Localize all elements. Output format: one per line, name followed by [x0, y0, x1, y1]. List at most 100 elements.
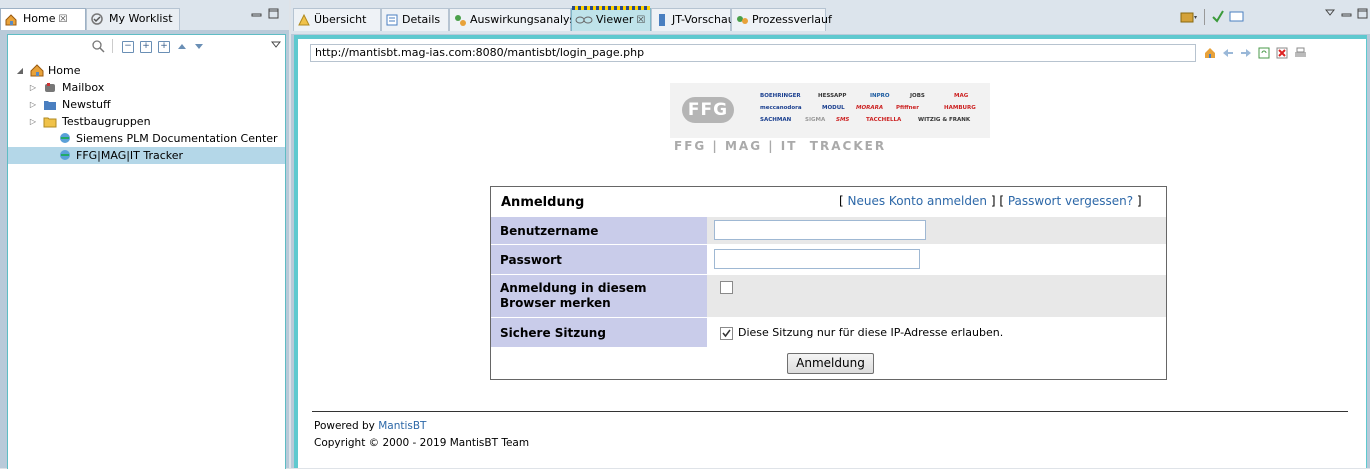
- tree-view: − + + ◢ Home ▷ Mailbox ▷ Newstuff ▷ Test…: [7, 34, 286, 469]
- brand-logo: MODUL: [822, 105, 845, 111]
- tab-label: Prozessverlauf: [752, 13, 832, 26]
- brand-logo: meccanodora: [760, 105, 802, 111]
- expanded-arrow-icon[interactable]: ◢: [15, 62, 25, 79]
- expand-all-icon[interactable]: +: [158, 41, 170, 53]
- login-header-row: Anmeldung [ Neues Konto anmelden ] [ Pas…: [491, 187, 1166, 216]
- move-down-icon[interactable]: [194, 41, 204, 54]
- folder-icon: [43, 115, 57, 128]
- secure-session-cell: Diese Sitzung nur für diese IP-Adresse e…: [707, 317, 1166, 348]
- jt-preview-icon: [655, 13, 669, 27]
- process-icon: [735, 13, 749, 27]
- toolbar-check-icon[interactable]: [1211, 9, 1225, 26]
- tree-item-label: Newstuff: [62, 98, 111, 111]
- expand-icon[interactable]: +: [140, 41, 152, 53]
- toolbar-tools-icon[interactable]: [1180, 10, 1198, 27]
- copyright: Copyright © 2000 - 2019 MantisBT Team: [314, 437, 530, 449]
- ffg-mag-it-logo: FFG BOEHRINGER HESSAPP INPRO JOBS MAG me…: [670, 83, 990, 153]
- brand-logo: MORARA: [856, 105, 884, 111]
- tree-item-mailbox[interactable]: ▷ Mailbox: [8, 79, 285, 96]
- brand-logo: SACHMAN: [760, 117, 792, 123]
- minimize-icon[interactable]: [251, 10, 263, 23]
- login-title: Anmeldung: [501, 195, 585, 210]
- brand-logo: HESSAPP: [818, 93, 847, 99]
- tab-home[interactable]: Home ☒: [0, 8, 86, 30]
- secure-session-row: Sichere Sitzung Diese Sitzung nur für di…: [491, 317, 1166, 348]
- tree-item-label: Siemens PLM Documentation Center: [76, 132, 278, 145]
- home-icon: [30, 64, 44, 77]
- tab-uebersicht[interactable]: Übersicht: [293, 8, 381, 31]
- ffg-badge: FFG: [682, 97, 734, 123]
- tab-label: Details: [402, 13, 441, 26]
- tab-details[interactable]: Details: [381, 8, 449, 31]
- tree-item-label: Testbaugruppen: [62, 115, 151, 128]
- username-row: Benutzername: [491, 216, 1166, 245]
- impact-analysis-icon: [453, 13, 467, 27]
- brand-logo: INPRO: [870, 93, 890, 99]
- tab-auswirkungsanalyse[interactable]: Auswirkungsanalyse: [449, 8, 582, 31]
- secure-session-label: Sichere Sitzung: [491, 317, 707, 347]
- view-menu-icon[interactable]: [1324, 8, 1336, 21]
- remember-checkbox[interactable]: [720, 281, 733, 294]
- home-icon: [4, 12, 18, 26]
- mailbox-icon: [43, 81, 57, 94]
- collapsed-arrow-icon[interactable]: ▷: [28, 96, 38, 113]
- secure-session-checkbox[interactable]: [720, 327, 733, 340]
- toolbar-window-icon[interactable]: [1229, 9, 1245, 26]
- tab-label: JT-Vorschau: [672, 13, 735, 26]
- remember-cell: [707, 274, 1166, 318]
- tab-label: Übersicht: [314, 13, 367, 26]
- view-menu-icon[interactable]: [270, 40, 282, 53]
- brand-logos: BOEHRINGER HESSAPP INPRO JOBS MAG meccan…: [760, 91, 985, 136]
- tree-item-ffg-tracker[interactable]: FFG|MAG|IT Tracker: [8, 147, 285, 164]
- forgot-password-link[interactable]: Passwort vergessen?: [1008, 194, 1133, 208]
- active-tab-marker: [572, 6, 650, 10]
- new-account-link[interactable]: Neues Konto anmelden: [848, 194, 987, 208]
- tab-viewer[interactable]: Viewer ☒: [571, 6, 651, 31]
- brand-logo: WITZIG & FRANK: [918, 117, 971, 123]
- bracket: ]: [990, 194, 996, 208]
- stop-icon[interactable]: [1276, 47, 1288, 59]
- search-icon[interactable]: [92, 40, 105, 56]
- home-nav-icon[interactable]: [1204, 47, 1216, 59]
- url-field[interactable]: http://mantisbt.mag-ias.com:8080/mantisb…: [310, 44, 1196, 62]
- viewer-icon: [575, 13, 593, 27]
- print-icon[interactable]: [1294, 47, 1306, 59]
- collapsed-arrow-icon[interactable]: ▷: [28, 113, 38, 130]
- toolbar-separator: [112, 39, 113, 53]
- tab-viewer-close-icon[interactable]: ☒: [636, 15, 645, 26]
- username-input[interactable]: [714, 220, 926, 240]
- back-icon[interactable]: [1222, 47, 1234, 59]
- login-form: Anmeldung [ Neues Konto anmelden ] [ Pas…: [490, 186, 1167, 380]
- forward-icon[interactable]: [1240, 47, 1252, 59]
- details-icon: [385, 13, 399, 27]
- tree-item-siemens-plm[interactable]: Siemens PLM Documentation Center: [8, 130, 285, 147]
- tree-item-newstuff[interactable]: ▷ Newstuff: [8, 96, 285, 113]
- overview-icon: [297, 13, 311, 27]
- footer-divider: [312, 411, 1348, 412]
- bracket: ]: [1136, 194, 1142, 208]
- login-submit-button[interactable]: Anmeldung: [787, 353, 874, 374]
- bracket: [: [999, 194, 1005, 208]
- minimize-icon[interactable]: [1341, 10, 1353, 23]
- password-row: Passwort: [491, 244, 1166, 275]
- move-up-icon[interactable]: [177, 41, 187, 54]
- tab-home-close-icon[interactable]: ☒: [58, 14, 67, 25]
- tab-jt-vorschau[interactable]: JT-Vorschau: [651, 8, 735, 31]
- maximize-icon[interactable]: [1357, 8, 1369, 23]
- tab-prozessverlauf[interactable]: Prozessverlauf: [731, 8, 832, 31]
- password-label: Passwort: [491, 244, 707, 274]
- remember-label: Anmeldung in diesem Browser merken: [491, 274, 707, 317]
- password-input[interactable]: [714, 249, 920, 269]
- collapse-all-icon[interactable]: −: [122, 41, 134, 53]
- tab-my-worklist[interactable]: My Worklist: [86, 8, 180, 30]
- brand-logo: TACCHELLA: [866, 117, 902, 123]
- mantisbt-link[interactable]: MantisBT: [378, 420, 426, 432]
- refresh-icon[interactable]: [1258, 47, 1270, 59]
- brand-logo: HAMBURG: [944, 105, 976, 111]
- tree-item-label: Home: [48, 64, 81, 77]
- tree-item-testbaugruppen[interactable]: ▷ Testbaugruppen: [8, 113, 285, 130]
- tree-item-home[interactable]: ◢ Home: [8, 62, 285, 79]
- maximize-icon[interactable]: [268, 8, 280, 23]
- password-cell: [707, 244, 1166, 275]
- collapsed-arrow-icon[interactable]: ▷: [28, 79, 38, 96]
